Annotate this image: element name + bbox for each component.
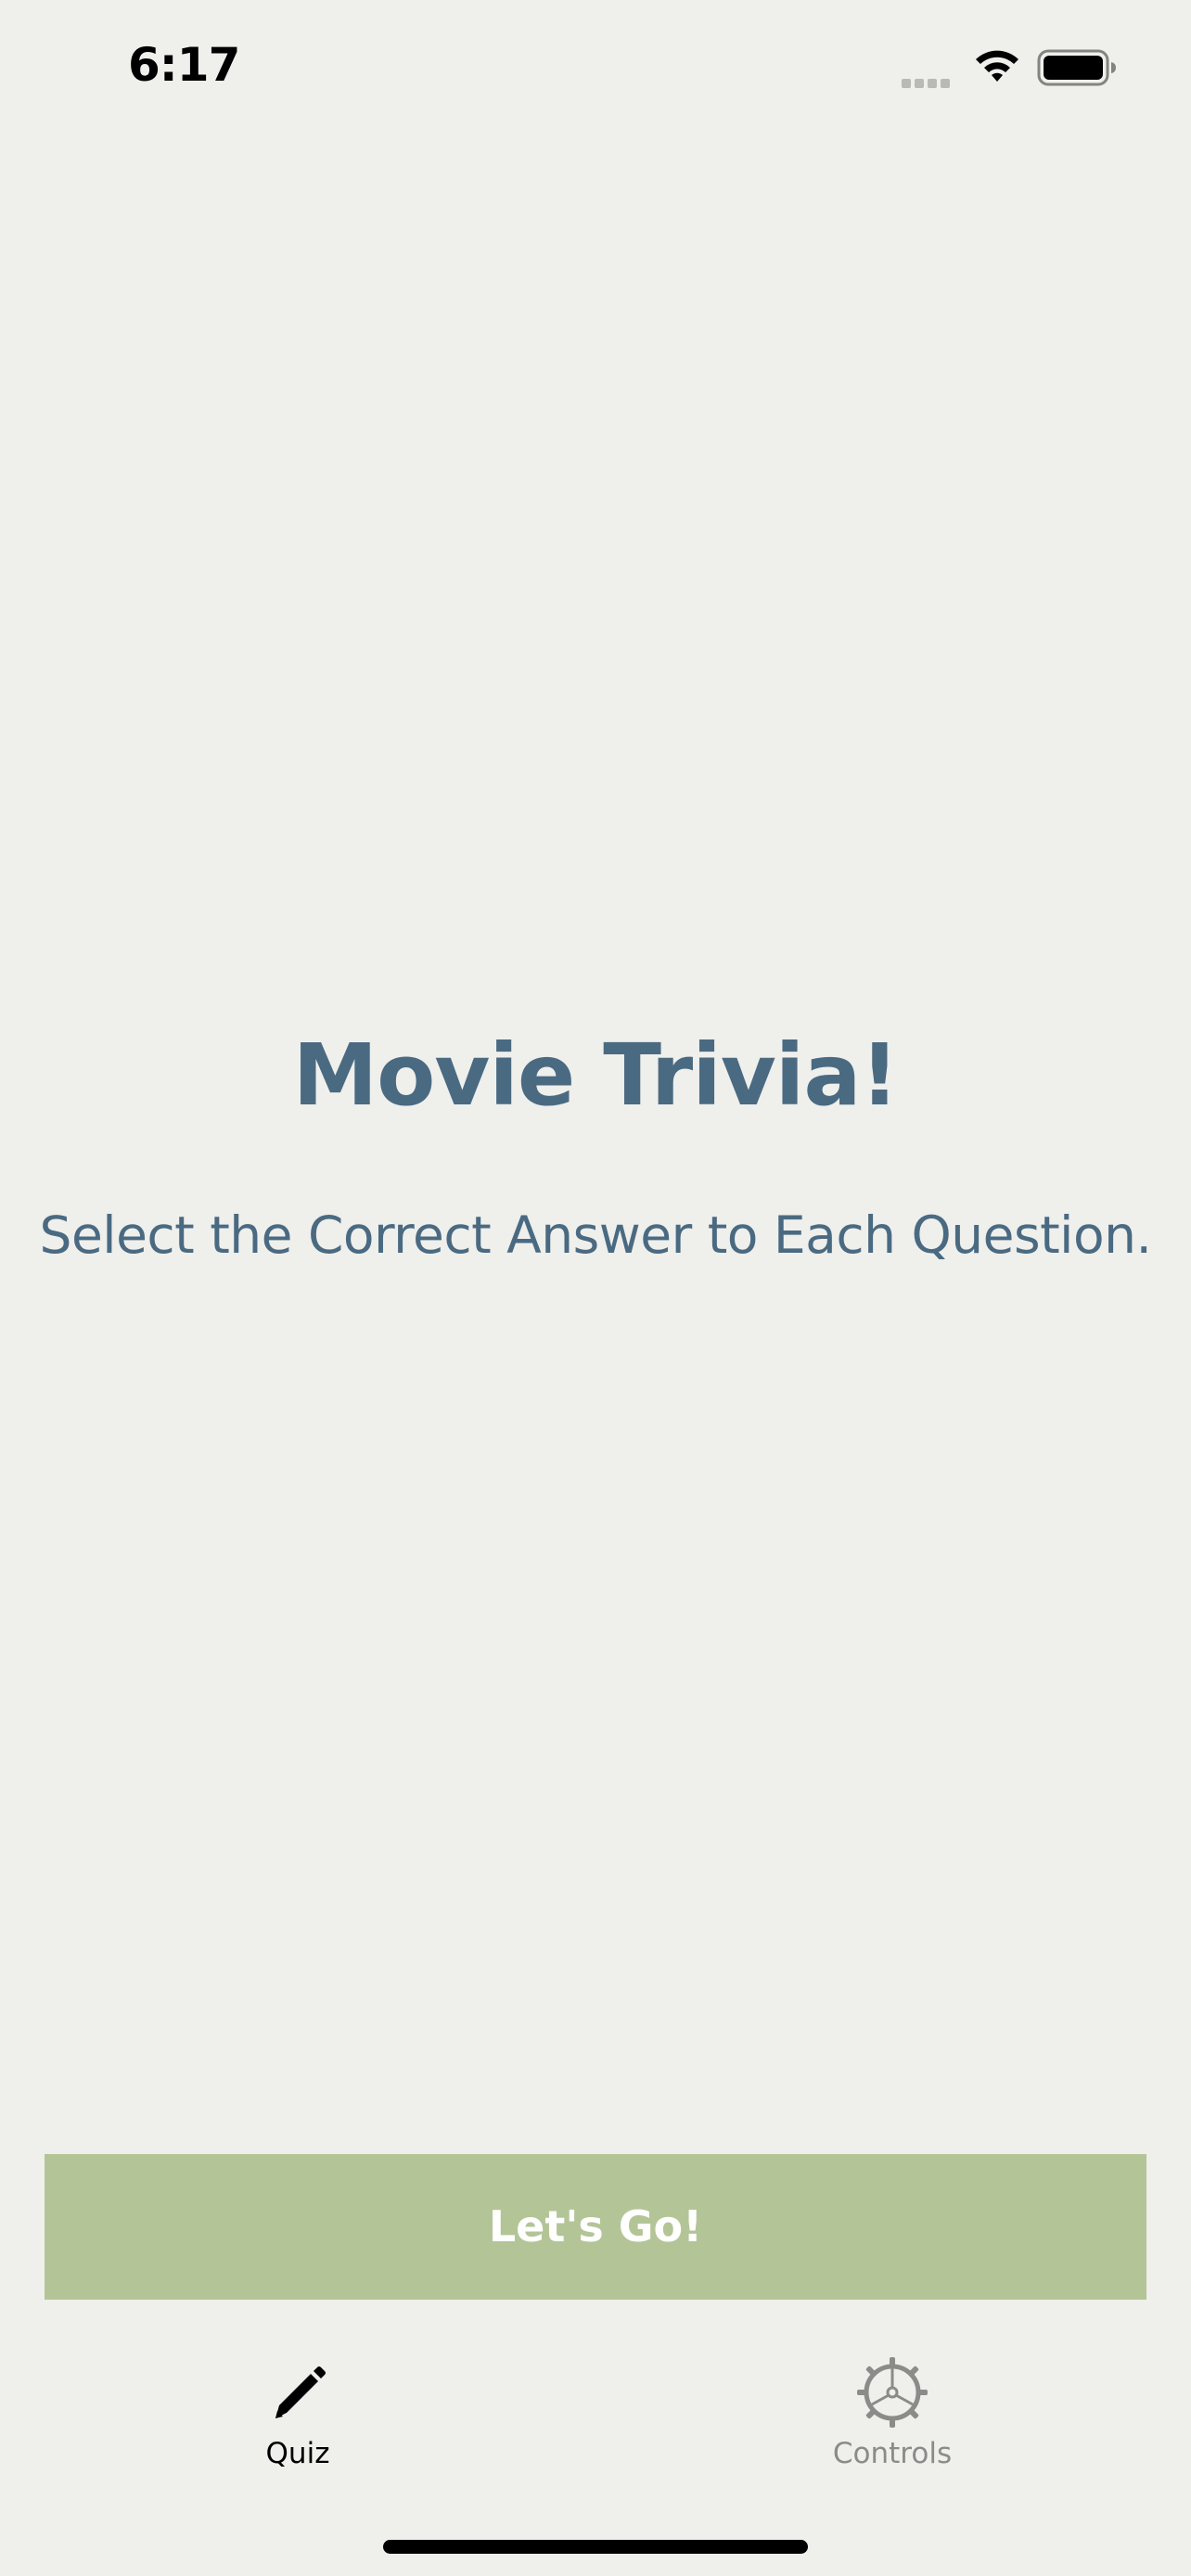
tab-quiz[interactable]: Quiz (159, 2355, 437, 2485)
pencil-icon (275, 2366, 326, 2418)
page-title: Movie Trivia! (292, 1026, 900, 1125)
instructions-text: Select the Correct Answer to Each Questi… (39, 1205, 1152, 1265)
tab-quiz-label: Quiz (265, 2437, 330, 2470)
tab-controls-label: Controls (832, 2437, 953, 2470)
tab-controls[interactable]: Controls (753, 2355, 1031, 2485)
lets-go-button[interactable]: Let's Go! (45, 2154, 1146, 2300)
battery-icon (1037, 49, 1116, 86)
signal-dots-icon (902, 74, 957, 88)
wifi-icon (976, 50, 1018, 82)
gear-icon (857, 2357, 928, 2428)
status-time: 6:17 (128, 38, 240, 92)
home-indicator[interactable] (383, 2540, 808, 2554)
